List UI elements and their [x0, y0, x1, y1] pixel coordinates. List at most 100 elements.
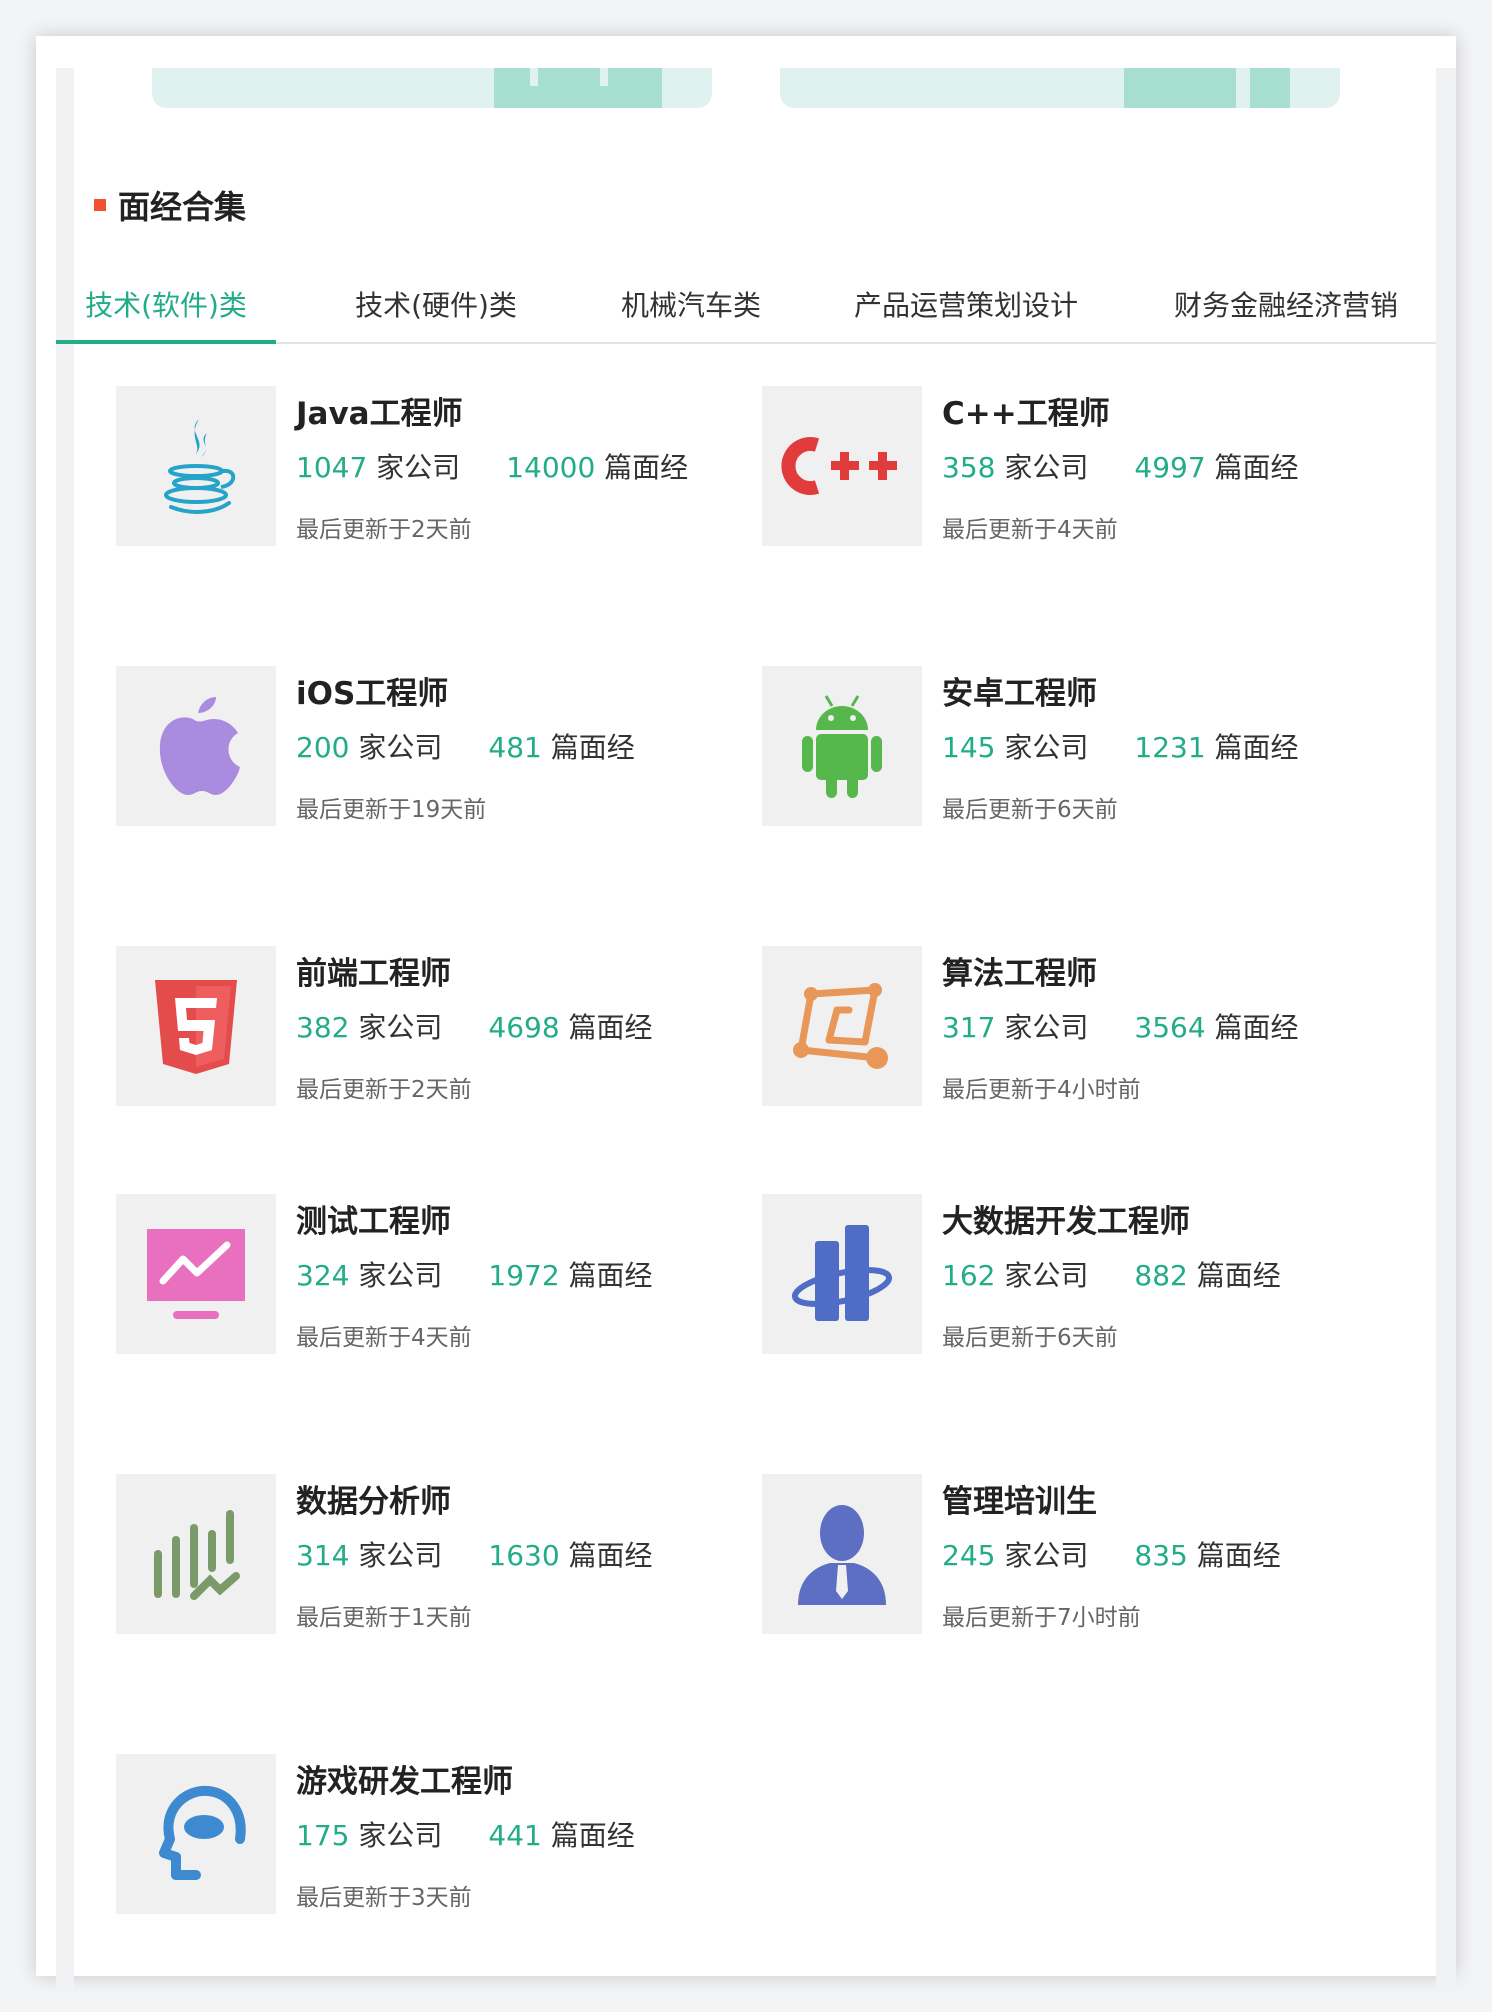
job-card-java[interactable]: Java工程师 1047 家公司 14000 篇面经 最后更新于2天前 [116, 386, 716, 548]
tab-product[interactable]: 产品运营策划设计 [836, 286, 1096, 342]
banner-right[interactable] [780, 68, 1340, 108]
job-title: C++工程师 [942, 396, 1110, 432]
job-title: 管理培训生 [942, 1484, 1097, 1520]
section-title-text: 面经合集 [118, 188, 247, 226]
job-title: 游戏研发工程师 [296, 1764, 513, 1800]
tab-hardware[interactable]: 技术(硬件)类 [326, 286, 546, 342]
tab-label: 技术(软件)类 [85, 289, 247, 322]
updated-time: 最后更新于4天前 [942, 517, 1118, 543]
review-count: 441 [488, 1819, 542, 1852]
job-card-bigdata[interactable]: 大数据开发工程师 162 家公司 882 篇面经 最后更新于6天前 [762, 1194, 1362, 1356]
review-count: 4698 [488, 1011, 560, 1044]
tab-mechanical[interactable]: 机械汽车类 [591, 286, 791, 342]
company-count: 175 [296, 1819, 350, 1852]
job-card-cpp[interactable]: C++工程师 358 家公司 4997 篇面经 最后更新于4天前 [762, 386, 1362, 548]
review-suffix: 篇面经 [568, 1539, 653, 1572]
job-stats: 382 家公司 4698 篇面经 [296, 1006, 653, 1046]
company-suffix: 家公司 [1004, 1259, 1089, 1292]
company-suffix: 家公司 [1004, 731, 1089, 764]
tab-software[interactable]: 技术(软件)类 [56, 286, 276, 344]
tab-label: 机械汽车类 [620, 289, 761, 322]
company-count: 317 [942, 1011, 996, 1044]
review-suffix: 篇面经 [550, 1819, 635, 1852]
review-count: 481 [488, 731, 542, 764]
job-stats: 200 家公司 481 篇面经 [296, 726, 635, 766]
company-count: 382 [296, 1011, 350, 1044]
review-count: 3564 [1134, 1011, 1206, 1044]
company-count: 145 [942, 731, 996, 764]
job-title: 数据分析师 [296, 1484, 451, 1520]
updated-time: 最后更新于6天前 [942, 1325, 1118, 1351]
company-suffix: 家公司 [1004, 1539, 1089, 1572]
job-stats: 175 家公司 441 篇面经 [296, 1814, 635, 1854]
section-title: 面经合集 [94, 182, 246, 228]
review-suffix: 篇面经 [1196, 1539, 1281, 1572]
bar-analysis-icon [116, 1474, 276, 1634]
right-edge [1436, 68, 1456, 1988]
job-stats: 314 家公司 1630 篇面经 [296, 1534, 653, 1574]
job-title: Java工程师 [296, 396, 463, 432]
job-title: iOS工程师 [296, 676, 449, 712]
job-title: 算法工程师 [942, 956, 1097, 992]
company-count: 314 [296, 1539, 350, 1572]
review-count: 4997 [1134, 451, 1206, 484]
job-title: 前端工程师 [296, 956, 451, 992]
html5-icon [116, 946, 276, 1106]
review-suffix: 篇面经 [1196, 1259, 1281, 1292]
content-panel: 面经合集 技术(软件)类 技术(硬件)类 机械汽车类 产品运营策划设计 财务金融… [36, 36, 1456, 1988]
company-suffix: 家公司 [1004, 451, 1089, 484]
manager-person-icon [762, 1474, 922, 1634]
job-stats: 1047 家公司 14000 篇面经 [296, 446, 688, 486]
job-stats: 358 家公司 4997 篇面经 [942, 446, 1299, 486]
banner-left[interactable] [152, 68, 712, 108]
updated-time: 最后更新于3天前 [296, 1885, 472, 1911]
review-suffix: 篇面经 [1214, 731, 1299, 764]
updated-time: 最后更新于2天前 [296, 517, 472, 543]
tab-label: 产品运营策划设计 [853, 289, 1078, 322]
review-count: 1630 [488, 1539, 560, 1572]
job-card-ios[interactable]: iOS工程师 200 家公司 481 篇面经 最后更新于19天前 [116, 666, 716, 828]
game-head-icon [116, 1754, 276, 1914]
company-suffix: 家公司 [1004, 1011, 1089, 1044]
company-suffix: 家公司 [358, 1819, 443, 1852]
updated-time: 最后更新于1天前 [296, 1605, 472, 1631]
review-suffix: 篇面经 [550, 731, 635, 764]
tab-finance[interactable]: 财务金融经济营销 [1156, 286, 1416, 342]
review-suffix: 篇面经 [568, 1259, 653, 1292]
review-suffix: 篇面经 [604, 451, 689, 484]
job-stats: 317 家公司 3564 篇面经 [942, 1006, 1299, 1046]
review-count: 1231 [1134, 731, 1206, 764]
company-suffix: 家公司 [358, 1259, 443, 1292]
cpp-icon [762, 386, 922, 546]
left-edge [56, 68, 74, 1988]
updated-time: 最后更新于4天前 [296, 1325, 472, 1351]
company-count: 324 [296, 1259, 350, 1292]
updated-time: 最后更新于7小时前 [942, 1605, 1141, 1631]
updated-time: 最后更新于4小时前 [942, 1077, 1141, 1103]
android-icon [762, 666, 922, 826]
review-suffix: 篇面经 [1214, 451, 1299, 484]
job-card-android[interactable]: 安卓工程师 145 家公司 1231 篇面经 最后更新于6天前 [762, 666, 1362, 828]
review-count: 835 [1134, 1539, 1188, 1572]
job-card-testing[interactable]: 测试工程师 324 家公司 1972 篇面经 最后更新于4天前 [116, 1194, 716, 1356]
company-count: 1047 [296, 451, 368, 484]
review-suffix: 篇面经 [1214, 1011, 1299, 1044]
job-title: 测试工程师 [296, 1204, 451, 1240]
job-stats: 324 家公司 1972 篇面经 [296, 1254, 653, 1294]
job-card-management[interactable]: 管理培训生 245 家公司 835 篇面经 最后更新于7小时前 [762, 1474, 1362, 1636]
big-data-icon [762, 1194, 922, 1354]
review-suffix: 篇面经 [568, 1011, 653, 1044]
updated-time: 最后更新于6天前 [942, 797, 1118, 823]
title-bullet [94, 199, 106, 211]
algorithm-graph-icon [762, 946, 922, 1106]
updated-time: 最后更新于19天前 [296, 797, 487, 823]
java-icon [116, 386, 276, 546]
job-card-data-analyst[interactable]: 数据分析师 314 家公司 1630 篇面经 最后更新于1天前 [116, 1474, 716, 1636]
job-card-game-dev[interactable]: 游戏研发工程师 175 家公司 441 篇面经 最后更新于3天前 [116, 1754, 716, 1916]
apple-icon [116, 666, 276, 826]
job-card-algorithm[interactable]: 算法工程师 317 家公司 3564 篇面经 最后更新于4小时前 [762, 946, 1362, 1108]
review-count: 14000 [506, 451, 596, 484]
job-card-frontend[interactable]: 前端工程师 382 家公司 4698 篇面经 最后更新于2天前 [116, 946, 716, 1108]
company-count: 245 [942, 1539, 996, 1572]
job-title: 安卓工程师 [942, 676, 1097, 712]
